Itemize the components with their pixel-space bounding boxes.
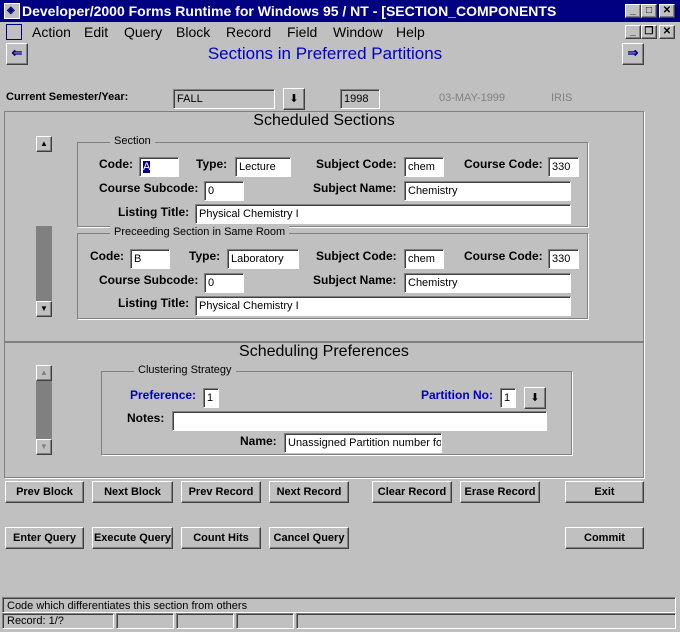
record-indicator: Record: 1/? (2, 613, 114, 629)
year-field[interactable]: 1998 (340, 89, 380, 109)
menu-window[interactable]: Window (333, 24, 383, 40)
menu-edit[interactable]: Edit (84, 24, 108, 40)
menu-record[interactable]: Record (226, 24, 271, 40)
preceding-subject-code-field[interactable]: chem (404, 249, 444, 269)
close-button[interactable]: ✕ (659, 4, 675, 18)
partition-dropdown-icon[interactable]: ⬇ (524, 387, 546, 409)
title-bar: ◈ Developer/2000 Forms Runtime for Windo… (0, 0, 680, 22)
scroll-track[interactable] (36, 226, 52, 301)
code-field[interactable]: A (139, 157, 179, 177)
scroll-thumb[interactable] (36, 152, 52, 226)
next-record-button[interactable]: Next Record (269, 481, 349, 503)
course-subcode-field[interactable]: 0 (204, 181, 244, 201)
menu-bar: Action Edit Query Block Record Field Win… (0, 22, 680, 42)
menu-query[interactable]: Query (124, 24, 162, 40)
preceding-code-field[interactable]: B (130, 249, 170, 269)
partition-label: Partition No: (421, 388, 493, 402)
pref-scroll-track[interactable] (36, 381, 52, 439)
status-cell-3 (176, 613, 234, 629)
status-bar: Code which differentiates this section f… (0, 597, 680, 632)
prev-record-button[interactable]: Prev Record (181, 481, 261, 503)
semester-label: Current Semester/Year: (6, 91, 129, 103)
course-code-field[interactable]: 330 (548, 157, 579, 177)
preceding-type-label: Type: (189, 249, 221, 263)
listing-title-label: Listing Title: (118, 205, 190, 219)
status-cell-5 (296, 613, 676, 629)
preceding-group-title: Preceeding Section in Same Room (110, 226, 290, 238)
preceding-course-subcode-field[interactable]: 0 (204, 273, 244, 293)
pref-scroll-up-icon[interactable]: ▲ (36, 365, 52, 381)
menu-help[interactable]: Help (396, 24, 425, 40)
scheduled-sections-title: Scheduled Sections (253, 112, 395, 129)
section-group-title: Section (110, 135, 155, 147)
status-cell-4 (236, 613, 294, 629)
name-label: Name: (240, 434, 277, 448)
menu-block[interactable]: Block (176, 24, 210, 40)
semester-field[interactable]: FALL (173, 89, 275, 109)
menu-field[interactable]: Field (287, 24, 317, 40)
subject-code-label: Subject Code: (316, 157, 397, 171)
preceding-subject-name-field[interactable]: Chemistry (404, 273, 571, 293)
scheduling-preferences-title: Scheduling Preferences (239, 343, 409, 360)
status-cell-2 (116, 613, 174, 629)
preceding-subject-name-label: Subject Name: (313, 273, 397, 287)
preceding-course-subcode-label: Course Subcode: (99, 273, 199, 287)
erase-record-button[interactable]: Erase Record (460, 481, 540, 503)
preceding-code-label: Code: (90, 249, 124, 263)
doc-restore-button[interactable]: ❐ (641, 25, 657, 39)
preceding-subject-code-label: Subject Code: (316, 249, 397, 263)
preceding-course-code-label: Course Code: (464, 249, 543, 263)
preceding-listing-title-field[interactable]: Physical Chemistry I (195, 296, 571, 316)
notes-label: Notes: (127, 411, 165, 425)
user-field: IRIS (548, 89, 620, 109)
clear-record-button[interactable]: Clear Record (372, 481, 452, 503)
commit-button[interactable]: Commit (565, 527, 644, 549)
preceding-listing-title-label: Listing Title: (118, 296, 190, 310)
page-title: Sections in Preferred Partitions (207, 44, 443, 63)
preferences-scrollbar[interactable]: ▲ ▼ (36, 365, 52, 455)
type-label: Type: (196, 157, 228, 171)
enter-query-button[interactable]: Enter Query (5, 527, 84, 549)
preceding-type-field[interactable]: Laboratory (227, 249, 299, 269)
code-label: Code: (99, 157, 133, 171)
scheduled-scrollbar[interactable]: ▲ ▼ (36, 136, 52, 317)
status-message: Code which differentiates this section f… (2, 597, 676, 613)
document-icon[interactable] (6, 24, 22, 40)
subject-code-field[interactable]: chem (404, 157, 444, 177)
semester-dropdown-icon[interactable]: ⬇ (283, 88, 305, 110)
preference-field[interactable]: 1 (203, 388, 219, 408)
code-value: A (143, 161, 151, 173)
maximize-button[interactable]: □ (641, 4, 657, 18)
scroll-down-icon[interactable]: ▼ (36, 301, 52, 317)
subject-name-field[interactable]: Chemistry (404, 181, 571, 201)
preceding-course-code-field[interactable]: 330 (548, 249, 579, 269)
notes-field[interactable] (172, 411, 547, 431)
preference-label: Preference: (130, 388, 197, 402)
cancel-query-button[interactable]: Cancel Query (269, 527, 349, 549)
partition-field[interactable]: 1 (500, 388, 516, 408)
execute-query-button[interactable]: Execute Query (92, 527, 173, 549)
count-hits-button[interactable]: Count Hits (181, 527, 261, 549)
clustering-strategy-title: Clustering Strategy (134, 364, 236, 376)
subject-name-label: Subject Name: (313, 181, 397, 195)
minimize-button[interactable]: _ (625, 4, 641, 18)
doc-close-button[interactable]: ✕ (659, 25, 675, 39)
next-block-button[interactable]: Next Block (92, 481, 173, 503)
name-field[interactable]: Unassigned Partition number for (284, 433, 442, 453)
type-field[interactable]: Lecture (235, 157, 291, 177)
course-subcode-label: Course Subcode: (99, 181, 199, 195)
course-code-label: Course Code: (464, 157, 543, 171)
pref-scroll-down-icon[interactable]: ▼ (36, 439, 52, 455)
listing-title-field[interactable]: Physical Chemistry I (195, 204, 571, 224)
menu-action[interactable]: Action (32, 24, 71, 40)
scroll-up-icon[interactable]: ▲ (36, 136, 52, 152)
next-arrow-icon[interactable]: ⇒ (622, 43, 644, 65)
date-field: 03-MAY-1999 (436, 89, 532, 109)
doc-minimize-button[interactable]: _ (625, 25, 641, 39)
exit-button[interactable]: Exit (565, 481, 644, 503)
oracle-forms-icon: ◈ (4, 3, 20, 19)
window-title: Developer/2000 Forms Runtime for Windows… (22, 3, 557, 19)
prev-block-button[interactable]: Prev Block (5, 481, 84, 503)
